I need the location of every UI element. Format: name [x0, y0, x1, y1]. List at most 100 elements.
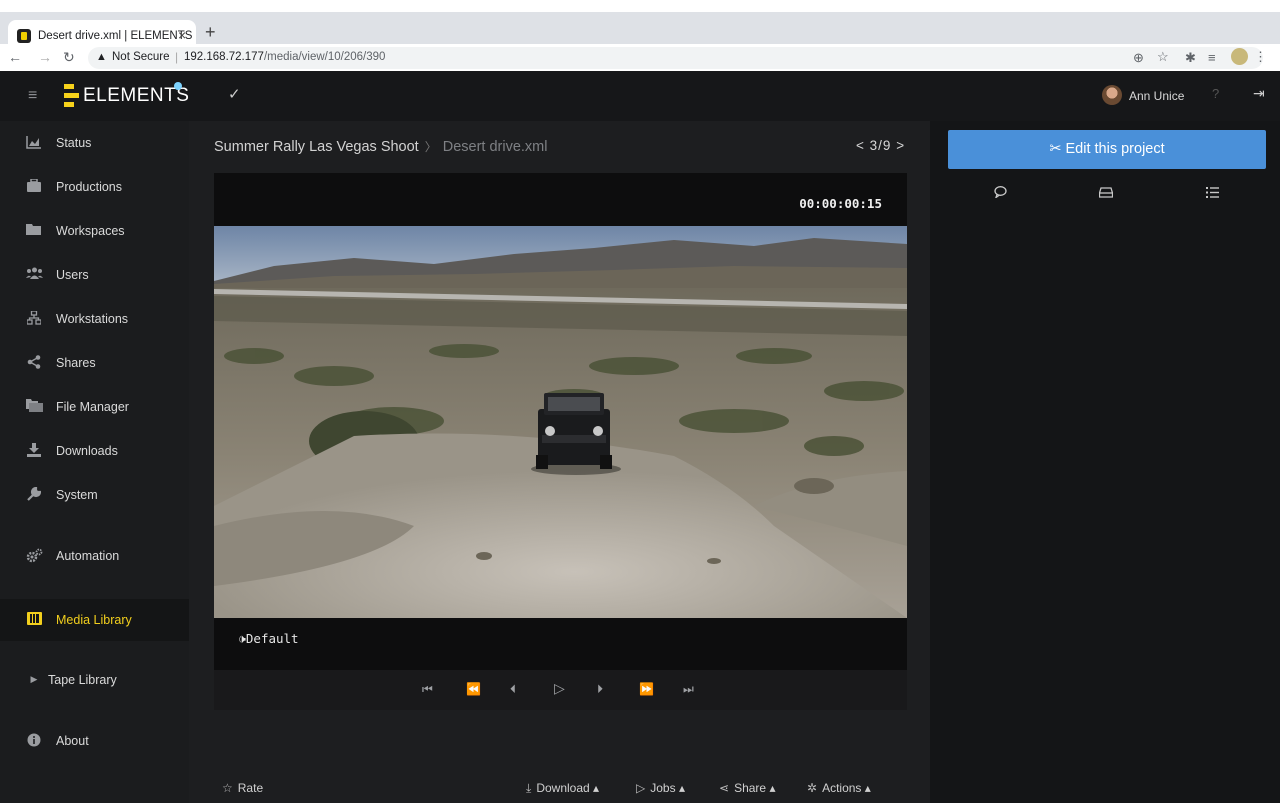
sidebar-item-label: Workstations — [56, 312, 129, 326]
bookmark-star-icon[interactable]: ☆ — [1157, 49, 1169, 65]
warning-icon: ▲ — [96, 51, 107, 63]
brand-dot — [174, 82, 182, 90]
tab-close-icon[interactable]: × — [178, 27, 186, 43]
sidebar-item-productions[interactable]: Productions — [0, 169, 189, 205]
tab-strip: Desert drive.xml | ELEMENTS × + — [0, 12, 1280, 54]
timecode-display: 00:00:00:15 — [799, 196, 882, 211]
rate-label: Rate — [237, 781, 264, 795]
elements-app: ≡ ELEMENTS ✓ Ann Unice ? ⇥ Status Produc… — [0, 71, 1280, 803]
film-icon — [26, 612, 42, 626]
sidebar-item-label: About — [56, 734, 89, 748]
video-frame[interactable] — [214, 226, 907, 618]
sidebar-item-label: Media Library — [56, 613, 132, 627]
video-player[interactable]: 00:00:00:15 🕩Default — [214, 173, 907, 670]
sidebar-item-automation[interactable]: Automation — [0, 538, 189, 574]
extensions-icon[interactable]: ✱ — [1185, 50, 1196, 66]
scissors-icon: ✂ — [1049, 141, 1062, 157]
sidebar-item-media-library[interactable]: Media Library — [0, 599, 189, 641]
reading-list-icon[interactable]: ≡ — [1208, 50, 1216, 65]
play-outline-icon: ▷ — [636, 781, 646, 795]
jump-to-end-icon[interactable]: ⏭ — [683, 682, 694, 697]
star-icon: ☆ — [222, 781, 233, 795]
sidebar-item-label: Users — [56, 268, 89, 282]
hamburger-menu-icon[interactable]: ≡ — [28, 87, 37, 105]
rate-button[interactable]: ☆ Rate — [222, 781, 263, 795]
sidebar-item-users[interactable]: Users — [0, 257, 189, 293]
sidebar-item-tape-library[interactable]: ▶ Tape Library — [0, 662, 189, 698]
favicon-icon — [17, 29, 31, 43]
menu-kebab-icon[interactable]: ⋮ — [1254, 49, 1267, 65]
logo-mark-icon — [64, 84, 79, 108]
caret-up-icon: ▴ — [864, 781, 871, 795]
actions-button[interactable]: ✲ Actions ▴ — [807, 781, 871, 795]
sidebar-item-about[interactable]: About — [0, 723, 189, 759]
sidebar-item-label: Tape Library — [48, 673, 117, 687]
new-tab-button[interactable]: + — [205, 22, 216, 43]
pager-position: 3/9 — [869, 138, 892, 153]
avatar — [1102, 85, 1122, 105]
gears-icon — [26, 548, 43, 563]
speaker-icon: 🕩 — [238, 631, 246, 646]
video-frame-image — [214, 226, 907, 618]
checkmark-icon[interactable]: ✓ — [228, 85, 241, 103]
zoom-icon[interactable]: ⊕ — [1133, 50, 1144, 66]
edit-project-button[interactable]: ✂ Edit this project — [948, 130, 1266, 169]
jump-to-start-icon[interactable]: ⏮ — [422, 682, 433, 697]
breadcrumb-file: Desert drive.xml — [442, 139, 548, 155]
download-icon: ⤓ — [526, 781, 532, 795]
folders-icon — [26, 399, 43, 413]
step-forward-icon[interactable]: ⏵ — [597, 682, 603, 697]
caret-up-icon: ▴ — [769, 781, 776, 795]
caret-right-icon: ▶ — [30, 674, 38, 684]
caret-up-icon: ▴ — [593, 781, 600, 795]
tab-title: Desert drive.xml | ELEMENTS — [38, 30, 193, 42]
folder-icon — [26, 223, 42, 237]
back-icon[interactable]: ← — [8, 49, 22, 65]
sidebar-item-workstations[interactable]: Workstations — [0, 301, 189, 337]
right-panel: ✂ Edit this project — [930, 121, 1280, 803]
play-icon[interactable]: ▷ — [554, 680, 565, 697]
step-back-icon[interactable]: ⏴ — [510, 682, 516, 697]
network-icon — [26, 310, 42, 325]
briefcase-icon — [26, 178, 42, 193]
breadcrumb-production[interactable]: Summer Rally Las Vegas Shoot — [214, 139, 419, 155]
address-bar[interactable]: ▲ Not Secure | 192.168.72.177/media/view… — [88, 47, 1267, 69]
share-label: Share — [734, 781, 767, 795]
pager-prev-button[interactable]: < — [856, 138, 865, 153]
sidebar-item-label: Productions — [56, 180, 123, 194]
playback-controls: ⏮ ⏪ ⏴ ▷ ⏵ ⏩ ⏭ — [214, 670, 907, 710]
browser-toolbar: ← → ↻ ▲ Not Secure | 192.168.72.177/medi… — [0, 44, 1280, 71]
logout-icon[interactable]: ⇥ — [1253, 85, 1265, 102]
users-icon — [26, 267, 43, 281]
sidebar-item-label: Shares — [56, 356, 96, 370]
sidebar-item-downloads[interactable]: Downloads — [0, 433, 189, 469]
app-header: ≡ ELEMENTS ✓ Ann Unice ? ⇥ — [0, 71, 1280, 121]
help-icon[interactable]: ? — [1212, 86, 1219, 101]
chart-icon — [26, 135, 42, 149]
pager-next-button[interactable]: > — [896, 138, 905, 153]
drive-icon[interactable] — [1098, 186, 1114, 201]
sidebar-item-label: File Manager — [56, 400, 129, 414]
jobs-button[interactable]: ▷ Jobs ▴ — [636, 781, 685, 795]
item-pager: < 3/9 > — [856, 138, 905, 153]
sidebar-item-status[interactable]: Status — [0, 125, 189, 161]
rewind-icon[interactable]: ⏪ — [466, 682, 481, 696]
forward-icon[interactable]: → — [38, 49, 52, 65]
sidebar-item-file-manager[interactable]: File Manager — [0, 389, 189, 425]
audio-track-selector[interactable]: 🕩Default — [238, 631, 299, 647]
fast-forward-icon[interactable]: ⏩ — [639, 682, 654, 696]
share-button[interactable]: ⋖ Share ▴ — [719, 781, 775, 795]
breadcrumb-separator: 〉 — [424, 140, 437, 154]
comments-icon[interactable] — [994, 186, 1007, 201]
profile-icon[interactable] — [1231, 48, 1248, 65]
sidebar-item-shares[interactable]: Shares — [0, 345, 189, 381]
reload-icon[interactable]: ↻ — [63, 49, 75, 66]
sidebar-item-workspaces[interactable]: Workspaces — [0, 213, 189, 249]
url-host: 192.168.72.177 — [184, 51, 264, 63]
list-icon[interactable] — [1206, 186, 1219, 201]
download-button[interactable]: ⤓ Download ▴ — [526, 781, 599, 796]
sidebar-item-system[interactable]: System — [0, 477, 189, 513]
sidebar-item-label: Workspaces — [56, 224, 125, 238]
security-label: Not Secure — [112, 51, 170, 63]
edit-project-label: Edit this project — [1065, 141, 1165, 157]
